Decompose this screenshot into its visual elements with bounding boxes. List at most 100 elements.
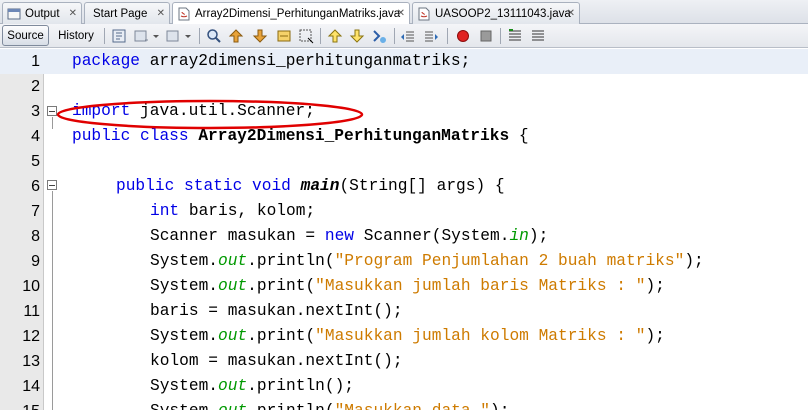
code-token: .println( bbox=[247, 402, 334, 410]
history-button[interactable]: History bbox=[53, 25, 99, 46]
fold-toggle-icon[interactable] bbox=[47, 180, 57, 190]
line-number: 15 bbox=[0, 399, 40, 410]
code-token: "Masukkan jumlah kolom Matriks : " bbox=[315, 327, 646, 345]
toolbar-separator bbox=[199, 28, 200, 44]
line-number: 1 bbox=[31, 53, 40, 70]
code-token: { bbox=[509, 127, 529, 145]
code-token: out bbox=[218, 277, 248, 295]
code-token: static bbox=[184, 177, 243, 195]
code-line[interactable]: 10 System.out.print("Masukkan jumlah bari… bbox=[0, 274, 808, 299]
line-number: 14 bbox=[22, 378, 40, 395]
toolbar-separator bbox=[394, 28, 395, 44]
code-token: ); bbox=[645, 277, 665, 295]
code-token: ); bbox=[684, 252, 704, 270]
code-text: baris = masukan.nextInt(); bbox=[150, 299, 403, 324]
code-token: .println(); bbox=[247, 377, 355, 395]
code-text: public static void main(String[] args) { bbox=[116, 174, 505, 199]
line-number: 7 bbox=[31, 203, 40, 220]
rectangular-selection-icon[interactable] bbox=[298, 28, 314, 44]
toolbar-separator bbox=[500, 28, 501, 44]
shift-right-icon[interactable] bbox=[423, 28, 439, 44]
code-line[interactable]: 8 Scanner masukan = new Scanner(System.in… bbox=[0, 224, 808, 249]
uncomment-icon[interactable] bbox=[530, 28, 546, 44]
code-line[interactable]: 13 kolom = masukan.nextInt(); bbox=[0, 349, 808, 374]
code-token: "Masukkan jumlah baris Matriks : " bbox=[315, 277, 646, 295]
code-text: kolom = masukan.nextInt(); bbox=[150, 349, 403, 374]
code-text: System.out.print("Masukkan jumlah baris … bbox=[150, 274, 665, 299]
code-token: new bbox=[324, 227, 355, 245]
toggle-bookmark-icon[interactable] bbox=[371, 28, 387, 44]
close-icon[interactable]: ✕ bbox=[69, 8, 77, 19]
code-line[interactable]: 14 System.out.println(); bbox=[0, 374, 808, 399]
code-token: out bbox=[218, 402, 247, 410]
chevron-down-icon[interactable] bbox=[151, 28, 161, 44]
code-line[interactable]: 6 public static void main(String[] args) … bbox=[0, 174, 808, 199]
code-editor[interactable]: 1 package array2dimensi_perhitunganmatrik… bbox=[0, 49, 808, 410]
code-text: System.out.println("Program Penjumlahan … bbox=[150, 249, 704, 274]
code-token: ); bbox=[490, 402, 509, 410]
editor-toolbar: Source History bbox=[0, 24, 808, 48]
code-line[interactable]: 1 package array2dimensi_perhitunganmatrik… bbox=[0, 49, 808, 74]
fold-guide bbox=[52, 117, 53, 129]
search-icon[interactable] bbox=[206, 28, 222, 44]
close-icon[interactable]: ✕ bbox=[397, 8, 405, 19]
code-line[interactable]: 5 bbox=[0, 149, 808, 174]
code-line[interactable]: 15 System.out.println("Masukkan data "); bbox=[0, 399, 808, 410]
code-token: (String[] args) { bbox=[339, 177, 505, 195]
code-token: ); bbox=[528, 227, 549, 245]
code-line[interactable]: 11 baris = masukan.nextInt(); bbox=[0, 299, 808, 324]
back-icon[interactable] bbox=[133, 28, 149, 44]
line-number: 2 bbox=[31, 78, 40, 95]
forward-icon[interactable] bbox=[165, 28, 181, 44]
next-bookmark-icon[interactable] bbox=[349, 28, 365, 44]
tab-uasoop2[interactable]: UASOOP2_13111043.java ✕ bbox=[412, 2, 580, 24]
fold-guide bbox=[52, 191, 53, 410]
code-token: System. bbox=[150, 377, 218, 395]
code-token: kolom = masukan.nextInt(); bbox=[150, 352, 403, 370]
chevron-down-icon[interactable] bbox=[183, 28, 193, 44]
red-ellipse-annotation bbox=[56, 99, 364, 130]
stop-macro-recording-icon[interactable] bbox=[478, 28, 494, 44]
start-macro-recording-icon[interactable] bbox=[455, 28, 471, 44]
close-icon[interactable]: ✕ bbox=[157, 8, 165, 19]
source-button[interactable]: Source bbox=[2, 25, 49, 46]
code-text: Scanner masukan = new Scanner(System.in)… bbox=[150, 224, 548, 249]
code-token: void bbox=[252, 177, 291, 195]
tab-start-page[interactable]: Start Page ✕ bbox=[84, 2, 170, 24]
last-edit-icon[interactable] bbox=[111, 28, 127, 44]
code-token: baris, kolom; bbox=[179, 202, 316, 220]
find-previous-icon[interactable] bbox=[228, 28, 244, 44]
code-token: out bbox=[218, 377, 248, 395]
code-line[interactable]: 9 System.out.println("Program Penjumlahan… bbox=[0, 249, 808, 274]
java-file-icon bbox=[178, 7, 190, 21]
toolbar-separator bbox=[447, 28, 448, 44]
code-line[interactable]: 2 bbox=[0, 74, 808, 99]
tab-label: Array2Dimensi_PerhitunganMatriks.java bbox=[195, 8, 401, 20]
line-number: 3 bbox=[31, 103, 40, 120]
code-token: .print( bbox=[247, 277, 316, 295]
line-number: 5 bbox=[31, 153, 40, 170]
code-token: Scanner(System. bbox=[354, 227, 510, 245]
code-line[interactable]: 12 System.out.print("Masukkan jumlah kolo… bbox=[0, 324, 808, 349]
close-icon[interactable]: ✕ bbox=[567, 8, 575, 19]
previous-bookmark-icon[interactable] bbox=[327, 28, 343, 44]
code-token: package bbox=[72, 52, 140, 70]
code-token: ); bbox=[645, 327, 665, 345]
shift-left-icon[interactable] bbox=[400, 28, 416, 44]
tab-array2dimensi[interactable]: Array2Dimensi_PerhitunganMatriks.java ✕ bbox=[172, 2, 410, 25]
toggle-highlight-icon[interactable] bbox=[276, 28, 292, 44]
line-number: 13 bbox=[22, 353, 40, 370]
tab-output[interactable]: Output ✕ bbox=[2, 2, 82, 24]
code-line[interactable]: 7 int baris, kolom; bbox=[0, 199, 808, 224]
code-token: baris = masukan.nextInt(); bbox=[150, 302, 403, 320]
line-number: 6 bbox=[31, 178, 40, 195]
code-text: int baris, kolom; bbox=[150, 199, 315, 224]
code-token: .println( bbox=[247, 252, 335, 270]
code-text: package array2dimensi_perhitunganmatriks… bbox=[72, 49, 470, 74]
comment-icon[interactable] bbox=[507, 28, 523, 44]
line-number: 12 bbox=[22, 328, 40, 345]
find-next-icon[interactable] bbox=[252, 28, 268, 44]
code-token: .print( bbox=[247, 327, 316, 345]
